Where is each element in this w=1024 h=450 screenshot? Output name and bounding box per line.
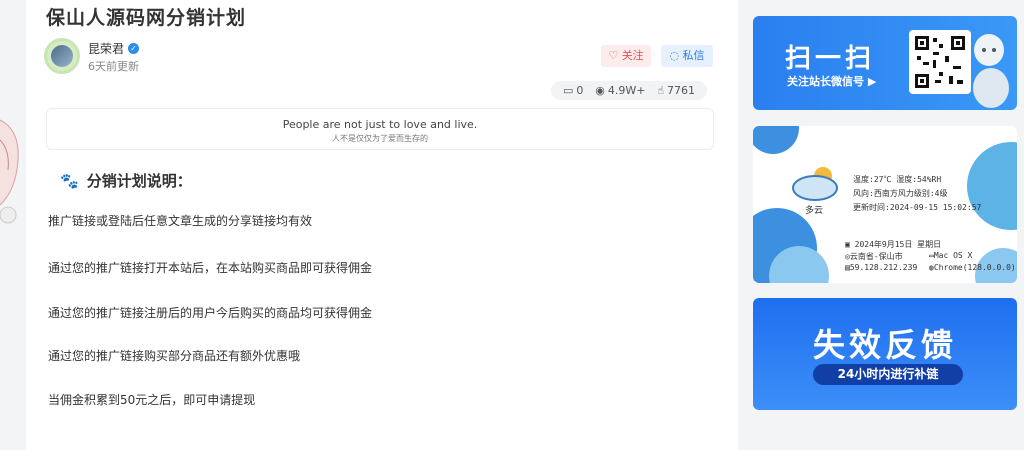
like-count: 7761	[667, 84, 696, 97]
weather-widget: 多云 温度:27℃ 湿度:54%RH 风向:西南方风力级别:4级 更新时间:20…	[753, 126, 1017, 283]
scan-title: 扫一扫	[785, 44, 876, 74]
eye-icon: ◉	[595, 84, 605, 97]
view-count: 4.9W+	[607, 84, 646, 97]
author-name-row[interactable]: 昆荣君 ✓	[88, 40, 140, 57]
comment-stat[interactable]: ▭ 0	[563, 84, 583, 97]
ip-text: 59.128.212.239	[849, 263, 918, 272]
paragraph: 当佣金积累到50元之后，即可申请提现	[48, 393, 256, 407]
date-info: ▣ 2024年9月15日 星期日	[845, 240, 942, 249]
avatar[interactable]	[44, 38, 80, 74]
article-stats: ▭ 0 ◉ 4.9W+ ☝ 7761	[551, 81, 707, 100]
quote-english: People are not just to love and live.	[282, 118, 478, 131]
date-text: 2024年9月15日 星期日	[854, 240, 942, 249]
comment-icon: ▭	[562, 84, 574, 97]
qr-code-image	[909, 30, 971, 94]
message-label: 私信	[682, 49, 705, 62]
location-text: 云南省-保山市	[849, 252, 903, 261]
quote-box: People are not just to love and live. 人不…	[46, 108, 714, 150]
thumbs-up-icon: ☝	[657, 84, 665, 97]
message-button[interactable]: ◌ 私信	[661, 45, 713, 67]
quote-chinese: 人不是仅仅为了爱而生存的	[332, 134, 428, 143]
verified-icon: ✓	[128, 43, 140, 54]
weather-temp: 温度:27℃ 湿度:54%RH	[853, 175, 942, 184]
feedback-title: 失效反馈	[812, 326, 957, 364]
heart-icon: ♡	[608, 49, 619, 62]
section-title: 分销计划说明：	[86, 172, 192, 190]
paragraph: 通过您的推广链接注册后的用户今后购买的商品均可获得佣金	[48, 306, 373, 320]
os-text: Mac OS X	[933, 251, 973, 260]
weather-update: 更新时间:2024-09-15 15:02:57	[853, 203, 982, 212]
comment-count: 0	[576, 84, 584, 97]
weather-condition: 多云	[805, 206, 824, 216]
follow-button[interactable]: ♡ 关注	[601, 45, 651, 67]
paw-icon: 🐾	[60, 171, 79, 190]
follow-label: 关注	[621, 49, 644, 62]
wechat-scan-banner[interactable]: 扫一扫 关注站长微信号 ▶	[753, 16, 1017, 110]
location-info: ◎云南省-保山市	[845, 252, 903, 261]
mascot-illustration	[973, 34, 1009, 108]
feedback-banner[interactable]: 失效反馈 24小时内进行补链	[753, 298, 1017, 410]
update-time: 6天前更新	[88, 60, 139, 73]
browser-text: Chrome(128.0.0.0)	[933, 263, 1016, 272]
like-stat[interactable]: ☝ 7761	[657, 84, 695, 97]
paragraph: 通过您的推广链接购买部分商品还有额外优惠哦	[48, 349, 301, 363]
ip-info: ▤59.128.212.239	[845, 263, 918, 272]
page-title: 保山人源码网分销计划	[46, 7, 247, 29]
browser-info: ◍Chrome(128.0.0.0)	[929, 263, 1016, 272]
feedback-subtitle: 24小时内进行补链	[813, 364, 963, 385]
chat-icon: ◌	[669, 49, 680, 62]
section-heading: 🐾 分销计划说明：	[60, 170, 192, 191]
author-name[interactable]: 昆荣君	[88, 40, 124, 57]
view-stat: ◉ 4.9W+	[595, 84, 645, 97]
cloud-icon	[792, 175, 838, 201]
decorative-illustration	[0, 119, 19, 224]
scan-subtitle: 关注站长微信号 ▶	[787, 75, 877, 88]
weather-wind: 风向:西南方风力级别:4级	[853, 189, 948, 198]
paragraph: 推广链接或登陆后任意文章生成的分享链接均有效	[48, 214, 313, 228]
os-info: ▭Mac OS X	[929, 251, 973, 260]
paragraph: 通过您的推广链接打开本站后，在本站购买商品即可获得佣金	[48, 261, 373, 275]
